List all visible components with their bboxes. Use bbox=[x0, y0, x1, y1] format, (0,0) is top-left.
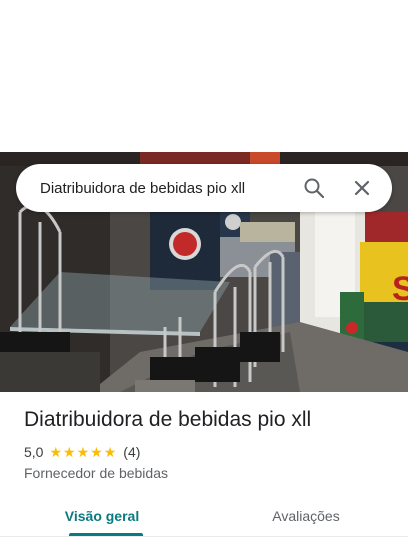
map-area bbox=[0, 0, 408, 152]
rating-value: 5,0 bbox=[24, 444, 44, 460]
search-icon[interactable] bbox=[292, 166, 336, 210]
star-icon: ★ bbox=[103, 444, 117, 460]
active-tab-indicator bbox=[69, 533, 143, 536]
close-icon[interactable] bbox=[340, 166, 384, 210]
review-count[interactable]: (4) bbox=[123, 444, 140, 460]
search-bar[interactable]: Diatribuidora de bebidas pio xll bbox=[16, 164, 392, 212]
place-details-screen: S Diatribuidora de bebidas pio xll Diatr… bbox=[0, 0, 408, 544]
tab-reviews[interactable]: Avaliações bbox=[204, 492, 408, 540]
tab-divider bbox=[0, 536, 408, 537]
place-category[interactable]: Fornecedor de bebidas bbox=[24, 465, 168, 481]
star-icon: ★ bbox=[76, 444, 90, 460]
star-icon: ★ bbox=[63, 444, 76, 460]
search-input[interactable]: Diatribuidora de bebidas pio xll bbox=[16, 180, 292, 197]
rating-row[interactable]: 5,0 ★ ★ ★ ★ ★ (4) bbox=[24, 443, 140, 461]
rating-stars: ★ ★ ★ ★ ★ bbox=[49, 445, 117, 459]
tab-bar: Visão geral Avaliações bbox=[0, 492, 408, 540]
star-icon: ★ bbox=[49, 444, 63, 460]
place-title: Diatribuidora de bebidas pio xll bbox=[24, 408, 312, 431]
star-icon: ★ bbox=[90, 444, 103, 460]
